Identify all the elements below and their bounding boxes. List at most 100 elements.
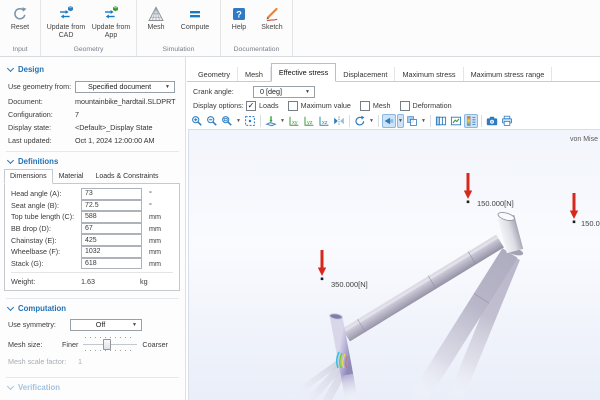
split-view-icon[interactable]	[434, 114, 448, 128]
tab-material[interactable]: Material	[53, 169, 90, 183]
wheelbase-input[interactable]: 1032	[81, 246, 142, 258]
last-updated-label: Last updated:	[8, 136, 75, 145]
document-label: Document:	[8, 97, 75, 106]
results-tab-strip: Geometry Mesh Effective stress Displacem…	[187, 63, 600, 82]
sketch-icon	[263, 3, 281, 24]
zoom-out-icon[interactable]	[205, 114, 219, 128]
sketch-button-label: Sketch	[261, 24, 282, 32]
slider-handle[interactable]	[103, 339, 111, 350]
tab-maximum-stress-range[interactable]: Maximum stress range	[464, 67, 553, 81]
mesh-checkbox[interactable]	[360, 101, 370, 111]
slider-ticks	[85, 350, 135, 351]
maximum-value-checkbox-label: Maximum value	[301, 101, 351, 110]
tab-maximum-stress[interactable]: Maximum stress	[395, 67, 463, 81]
dropdown-caret-icon[interactable]: ▼	[397, 114, 404, 128]
view-xz-icon[interactable]: xz	[317, 114, 331, 128]
reset-icon	[11, 3, 29, 24]
dropdown-caret-icon[interactable]: ▼	[279, 114, 286, 128]
head-angle-unit: °	[149, 189, 152, 198]
go-to-default-view-icon[interactable]	[264, 114, 278, 128]
head-angle-input[interactable]: 73	[81, 188, 142, 200]
tab-effective-stress[interactable]: Effective stress	[271, 63, 336, 82]
ribbon-group-input: Reset Input	[0, 0, 41, 56]
mesh-size-finer-label: Finer	[62, 340, 78, 349]
computation-section-header[interactable]: Computation	[0, 301, 185, 316]
tab-dimensions[interactable]: Dimensions	[4, 169, 53, 184]
load-label: 150.0	[581, 219, 600, 228]
settings-sidebar: Design Use geometry from: Specified docu…	[0, 57, 186, 400]
wheelbase-label: Wheelbase (F):	[11, 247, 81, 256]
collapse-chevron-icon	[7, 383, 14, 390]
scene-light-icon[interactable]	[382, 114, 396, 128]
update-from-cad-button[interactable]: Update from CAD	[44, 3, 88, 45]
help-button-label: Help	[232, 24, 246, 32]
bb-drop-input[interactable]: 67	[81, 223, 142, 235]
chainstay-unit: mm	[149, 236, 161, 245]
check-icon: ✓	[248, 102, 255, 110]
display-state-label: Display state:	[8, 123, 75, 132]
update-from-cad-icon	[57, 3, 75, 24]
update-from-app-icon	[102, 3, 120, 24]
plot-in-window-icon[interactable]	[449, 114, 463, 128]
view-xy-icon[interactable]: xy	[287, 114, 301, 128]
load-label: 150.000[N]	[477, 199, 514, 208]
document-value: mountainbike_hardtail.SLDPRT	[75, 97, 176, 106]
zoom-in-icon[interactable]	[190, 114, 204, 128]
mesh-size-slider[interactable]	[83, 337, 137, 351]
divider	[6, 151, 179, 152]
configuration-value: 7	[75, 110, 79, 119]
verification-section-title: Verification	[18, 383, 60, 392]
graphics-canvas[interactable]: von Mise	[188, 129, 600, 400]
crank-angle-label: Crank angle:	[193, 87, 253, 96]
definitions-section-header[interactable]: Definitions	[0, 154, 185, 169]
update-from-app-label: Update from App	[89, 24, 133, 41]
mirror-view-icon[interactable]	[332, 114, 346, 128]
dropdown-caret-icon[interactable]: ▼	[420, 114, 427, 128]
ribbon-group-label-input: Input	[3, 45, 37, 56]
svg-text:xz: xz	[322, 120, 328, 126]
update-from-cad-label: Update from CAD	[44, 24, 88, 41]
ribbon-group-simulation: Mesh Compute Simulation	[137, 0, 221, 56]
verification-section-header[interactable]: Verification	[0, 380, 185, 395]
chainstay-input[interactable]: 425	[81, 234, 142, 246]
stack-input[interactable]: 618	[81, 258, 142, 270]
crank-angle-select[interactable]: 0 [deg] ▼	[253, 86, 315, 98]
design-section-header[interactable]: Design	[0, 62, 185, 77]
view-yz-icon[interactable]: yz	[302, 114, 316, 128]
zoom-extents-icon[interactable]	[243, 114, 257, 128]
seat-angle-input[interactable]: 72.5	[81, 200, 142, 212]
reset-button[interactable]: Reset	[3, 3, 37, 45]
tab-displacement[interactable]: Displacement	[336, 67, 395, 81]
dropdown-caret-icon: ▼	[163, 84, 174, 90]
dropdown-caret-icon[interactable]: ▼	[368, 114, 375, 128]
maximum-value-checkbox[interactable]	[288, 101, 298, 111]
mesh-button[interactable]: Mesh	[140, 3, 172, 45]
deformation-checkbox-label: Deformation	[413, 101, 452, 110]
transparency-icon[interactable]	[405, 114, 419, 128]
wheelbase-unit: mm	[149, 247, 161, 256]
tab-mesh[interactable]: Mesh	[238, 67, 271, 81]
snapshot-icon[interactable]	[485, 114, 499, 128]
simulation-app-window: Reset Input Update from CAD	[0, 0, 600, 400]
tab-geometry[interactable]: Geometry	[191, 67, 238, 81]
print-icon[interactable]	[500, 114, 514, 128]
use-symmetry-select[interactable]: Off ▼	[70, 319, 142, 331]
use-geometry-from-select[interactable]: Specified document ▼	[75, 81, 175, 93]
help-button[interactable]: ? Help	[224, 3, 254, 45]
display-state-value: <Default>_Display State	[75, 123, 153, 132]
toolbar-separator	[481, 115, 482, 127]
tab-loads-constraints[interactable]: Loads & Constraints	[89, 169, 164, 183]
load-arrow	[318, 250, 326, 276]
sketch-button[interactable]: Sketch	[255, 3, 289, 45]
chainstay-label: Chainstay (E):	[11, 236, 81, 245]
deformation-checkbox[interactable]	[400, 101, 410, 111]
load-arrow	[570, 193, 578, 219]
update-from-app-button[interactable]: Update from App	[89, 3, 133, 45]
compute-button[interactable]: Compute	[173, 3, 217, 45]
top-tube-length-input[interactable]: 588	[81, 211, 142, 223]
zoom-box-icon[interactable]	[220, 114, 234, 128]
color-legend-icon[interactable]	[464, 114, 478, 128]
rotate-icon[interactable]	[353, 114, 367, 128]
loads-checkbox[interactable]: ✓	[246, 101, 256, 111]
dropdown-caret-icon[interactable]: ▼	[235, 114, 242, 128]
